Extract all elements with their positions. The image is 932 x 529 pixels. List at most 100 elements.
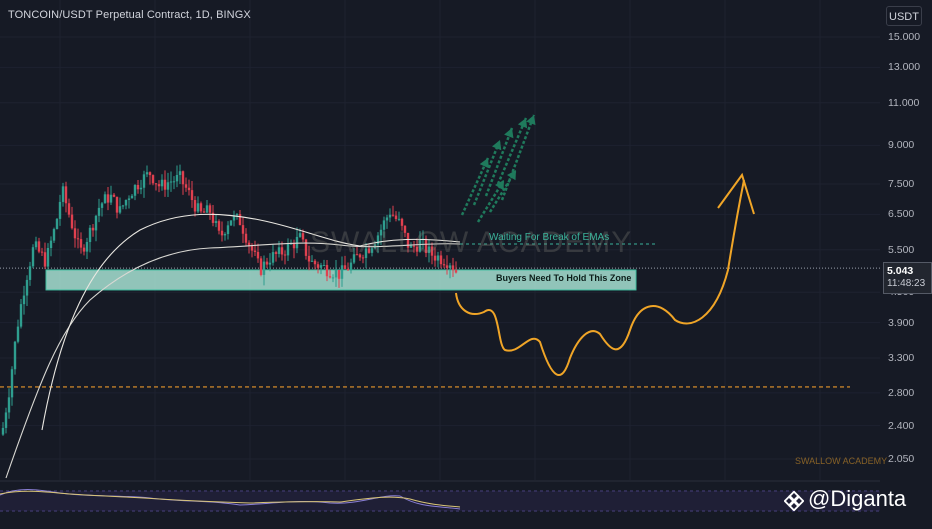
- currency-selector[interactable]: USDT: [886, 6, 922, 26]
- candle-body: [175, 174, 179, 182]
- candle-body: [301, 233, 305, 240]
- candle-body: [325, 265, 329, 277]
- candle-body: [274, 252, 278, 254]
- candle-body: [43, 252, 47, 267]
- author-handle: @Diganta: [808, 486, 907, 511]
- candle-body: [172, 181, 176, 183]
- candle-body: [256, 251, 260, 259]
- candle-body: [157, 184, 161, 187]
- candle-body: [178, 171, 182, 175]
- price-axis-label: 3.300: [888, 352, 915, 365]
- candle-body: [313, 260, 317, 265]
- candle-body: [226, 225, 230, 235]
- candle-body: [31, 247, 35, 267]
- candle-body: [310, 260, 314, 262]
- candle-body: [331, 277, 335, 279]
- ema-break-note: Waiting For Break of EMAs: [489, 232, 610, 243]
- projection-arrow-head: [504, 128, 514, 139]
- candle-body: [88, 227, 92, 243]
- candle-body: [106, 194, 110, 203]
- candle-body: [61, 186, 65, 202]
- candle-body: [223, 234, 227, 236]
- price-axis-label: 9.000: [888, 139, 915, 152]
- candle-body: [220, 230, 224, 236]
- candle-body: [229, 220, 233, 226]
- price-axis-label: 13.000: [888, 61, 921, 74]
- candle-body: [400, 218, 404, 226]
- candle-body: [103, 194, 107, 204]
- chart-area[interactable]: [0, 0, 932, 524]
- candle-body: [169, 181, 173, 183]
- candle-body: [388, 214, 392, 218]
- candle-body: [316, 264, 320, 268]
- candle-body: [10, 369, 14, 398]
- projection-arrow: [500, 114, 536, 201]
- candle-body: [280, 247, 284, 255]
- candle-body: [100, 203, 104, 208]
- rsi-band-fill: [0, 491, 880, 511]
- candle-body: [46, 248, 50, 267]
- support-zone-label: Buyers Need To Hold This Zone: [496, 273, 632, 283]
- candle-body: [340, 265, 344, 279]
- candle-body: [67, 203, 71, 215]
- candle-body: [16, 326, 20, 342]
- candle-body: [22, 295, 26, 305]
- candle-body: [442, 264, 446, 266]
- candle-body: [337, 269, 341, 279]
- candle-body: [445, 265, 449, 268]
- candle-body: [13, 341, 17, 370]
- candle-body: [328, 276, 332, 278]
- bar-countdown: 11:48:23: [887, 278, 926, 289]
- candle-body: [49, 240, 53, 249]
- binance-logo-icon: [784, 491, 804, 511]
- candle-body: [334, 269, 338, 278]
- candle-body: [184, 184, 188, 188]
- candle-body: [82, 247, 86, 252]
- candle-body: [121, 205, 125, 207]
- candle-body: [286, 243, 290, 256]
- price-axis-label: 11.000: [888, 96, 920, 109]
- candle-body: [112, 194, 116, 197]
- candle-body: [133, 184, 137, 196]
- candle-body: [253, 250, 257, 252]
- candle-body: [154, 183, 158, 185]
- candle-body: [250, 245, 254, 251]
- candle-body: [343, 265, 347, 269]
- candle-body: [73, 228, 77, 239]
- candle-body: [205, 205, 209, 213]
- price-axis-label: 15.000: [888, 31, 921, 43]
- projection-arrow: [460, 157, 490, 216]
- candle-body: [391, 214, 395, 216]
- candle-body: [271, 252, 275, 263]
- price-axis-label: 2.400: [888, 419, 915, 432]
- candle-body: [55, 218, 59, 230]
- candle-body: [202, 211, 206, 213]
- candle-body: [97, 207, 101, 216]
- candle-body: [238, 214, 242, 226]
- candle-body: [7, 397, 11, 413]
- candle-body: [319, 265, 323, 268]
- candle-body: [142, 174, 146, 188]
- symbol-title[interactable]: TONCOIN/USDT Perpetual Contract, 1D, BIN…: [8, 9, 251, 21]
- candle-body: [40, 251, 44, 253]
- candle-body: [265, 261, 269, 265]
- candle-body: [94, 215, 98, 231]
- candle-body: [292, 243, 296, 249]
- last-price-tag: 5.043 11:48:23: [883, 262, 932, 294]
- candle-body: [298, 233, 302, 237]
- price-chart: [0, 0, 880, 512]
- candle-body: [91, 227, 95, 231]
- candle-body: [322, 265, 326, 267]
- candle-body: [259, 258, 263, 275]
- candle-body: [37, 241, 41, 252]
- candle-body: [304, 239, 308, 256]
- candle-body: [181, 171, 185, 185]
- candle-body: [64, 186, 68, 204]
- candle-body: [85, 242, 89, 252]
- candle-body: [199, 203, 203, 212]
- candle-body: [58, 201, 62, 219]
- candle-body: [79, 239, 83, 248]
- candle-body: [145, 172, 149, 175]
- candle-body: [4, 412, 8, 428]
- candle-body: [208, 205, 212, 213]
